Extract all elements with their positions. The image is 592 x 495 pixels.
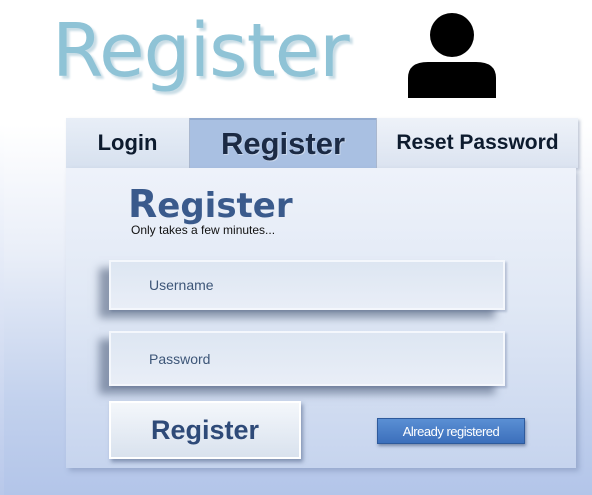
tab-register[interactable]: Register <box>190 118 376 168</box>
form-heading-rest: egister <box>157 186 293 226</box>
tab-bar: Login Register Reset Password <box>66 118 578 168</box>
register-button[interactable]: Register <box>109 401 301 459</box>
password-input[interactable] <box>147 349 503 368</box>
form-heading-initial: R <box>128 182 158 226</box>
already-registered-button[interactable]: Already registered <box>377 418 525 444</box>
username-input[interactable] <box>147 276 503 294</box>
header-area: Register <box>0 0 592 125</box>
form-subheading: Only takes a few minutes... <box>131 223 276 237</box>
password-field[interactable] <box>109 331 505 386</box>
username-field[interactable] <box>109 260 505 310</box>
form-heading: Register <box>128 181 293 229</box>
user-silhouette-icon <box>408 13 496 98</box>
left-edge-bar <box>0 0 4 495</box>
tab-reset-password[interactable]: Reset Password <box>376 118 578 168</box>
page-title: Register <box>52 8 350 94</box>
tab-login[interactable]: Login <box>66 118 190 168</box>
